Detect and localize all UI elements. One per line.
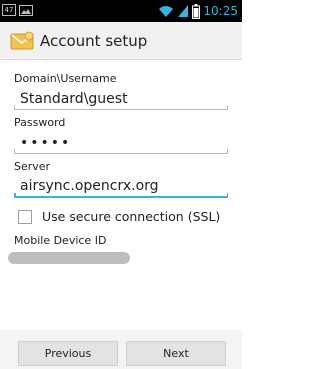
page-title: Account setup bbox=[40, 32, 148, 50]
field-edge-left bbox=[14, 193, 16, 198]
ssl-option[interactable]: Use secure connection (SSL) bbox=[18, 209, 220, 224]
status-time: 10:25 bbox=[203, 4, 238, 18]
domain-username-value: Standard\guest bbox=[20, 91, 128, 107]
field-edge-right bbox=[227, 149, 228, 154]
wifi-icon bbox=[159, 6, 174, 17]
action-bar: Account setup bbox=[0, 22, 242, 60]
server-field[interactable]: airsync.opencrx.org bbox=[14, 176, 228, 198]
server-label: Server bbox=[14, 160, 51, 173]
image-icon bbox=[19, 4, 33, 16]
status-left-icons: 47 bbox=[2, 4, 33, 16]
status-bar: 47 10:25 bbox=[0, 0, 242, 22]
next-button[interactable]: Next bbox=[126, 341, 226, 366]
field-edge-left bbox=[14, 105, 15, 110]
status-right-icons: 10:25 bbox=[158, 2, 238, 20]
ssl-checkbox[interactable] bbox=[18, 209, 32, 224]
password-label: Password bbox=[14, 116, 66, 129]
password-value: ••••• bbox=[20, 135, 72, 151]
password-field[interactable]: ••••• bbox=[14, 132, 228, 154]
field-edge-left bbox=[14, 149, 15, 154]
field-edge-right bbox=[227, 105, 228, 110]
field-edge-right bbox=[226, 193, 228, 198]
redacted-device-id bbox=[8, 252, 130, 264]
mobile-device-id-label: Mobile Device ID bbox=[14, 234, 107, 247]
ssl-checkbox-label: Use secure connection (SSL) bbox=[42, 209, 221, 224]
signal-icon bbox=[178, 5, 189, 17]
previous-button[interactable]: Previous bbox=[18, 341, 118, 366]
notification-badge-icon: 47 bbox=[2, 4, 16, 16]
server-value: airsync.opencrx.org bbox=[20, 178, 159, 194]
domain-username-label: Domain\Username bbox=[14, 72, 117, 85]
email-app-icon[interactable] bbox=[10, 31, 34, 51]
domain-username-field[interactable]: Standard\guest bbox=[14, 88, 228, 110]
battery-icon bbox=[192, 3, 201, 19]
